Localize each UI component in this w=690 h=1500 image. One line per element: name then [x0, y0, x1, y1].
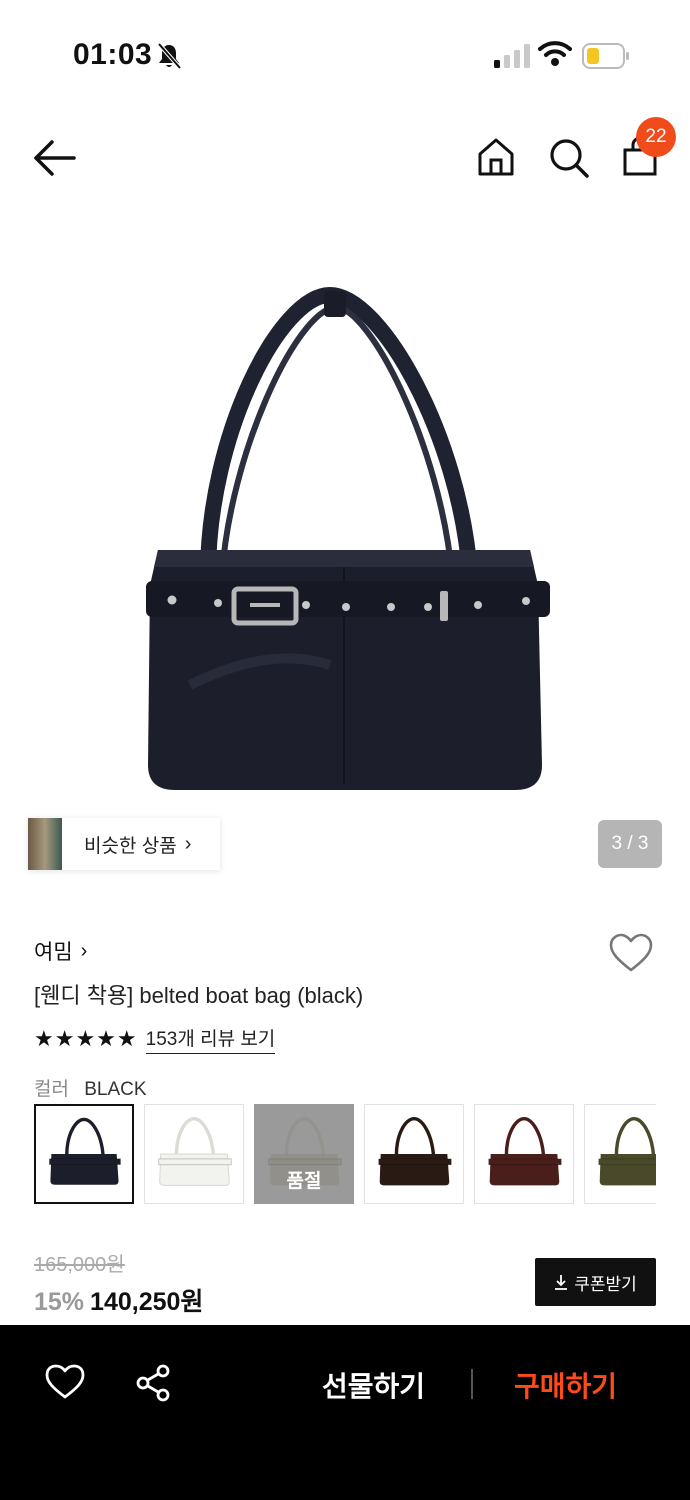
gift-button[interactable]: 선물하기	[322, 1365, 425, 1405]
status-time: 01:03	[73, 38, 153, 71]
color-swatch[interactable]	[144, 1104, 244, 1204]
rating-stars: ★★★★★	[34, 1026, 138, 1051]
brand-name: 여밈	[34, 941, 73, 964]
color-option-label: 컬러 BLACK	[34, 1074, 147, 1101]
color-swatch[interactable]	[34, 1104, 134, 1204]
sale-price: 140,250원	[90, 1288, 204, 1316]
rating-row: ★★★★★ 153개 리뷰 보기	[34, 1024, 276, 1054]
brand-link[interactable]: 여밈 ›	[34, 936, 87, 966]
color-key: 컬러	[34, 1079, 69, 1100]
soldout-label: 품절	[286, 1170, 322, 1192]
download-icon	[555, 1275, 568, 1290]
color-swatch[interactable]	[474, 1104, 574, 1204]
color-swatch[interactable]	[364, 1104, 464, 1204]
coupon-button[interactable]: 쿠폰받기	[535, 1258, 656, 1306]
review-link[interactable]: 153개 리뷰 보기	[145, 1024, 276, 1054]
coupon-label: 쿠폰받기	[574, 1274, 637, 1294]
color-swatch[interactable]: 품절	[254, 1104, 354, 1204]
home-icon[interactable]	[472, 134, 520, 182]
signal-icon	[494, 44, 530, 68]
original-price: 165,000원	[34, 1254, 125, 1276]
chevron-right-icon: ›	[80, 939, 88, 962]
color-value: BLACK	[84, 1079, 147, 1100]
similar-products-label: 비슷한 상품	[84, 835, 177, 857]
similar-products-button[interactable]: 비슷한 상품 ›	[28, 818, 220, 870]
heart-icon[interactable]	[44, 1363, 86, 1401]
price-row: 15% 140,250원	[34, 1282, 203, 1318]
battery-icon	[582, 43, 629, 69]
heart-icon[interactable]	[608, 932, 654, 974]
color-swatch-list: 품절	[34, 1104, 656, 1206]
product-image[interactable]	[130, 285, 560, 800]
search-icon[interactable]	[546, 134, 592, 182]
bag-thumbnail	[488, 1117, 562, 1186]
bag-thumbnail	[158, 1117, 232, 1186]
share-icon[interactable]	[134, 1363, 174, 1403]
bag-thumbnail	[49, 1117, 121, 1185]
chevron-right-icon: ›	[184, 832, 192, 855]
divider	[471, 1369, 473, 1399]
image-pager: 3 / 3	[598, 820, 662, 868]
bell-slash-icon	[157, 42, 182, 70]
bag-thumbnail	[378, 1117, 452, 1186]
wifi-icon	[538, 41, 572, 66]
status-bar: 01:03	[0, 0, 690, 110]
bag-thumbnail	[598, 1117, 656, 1186]
color-swatch[interactable]	[584, 1104, 656, 1204]
buy-button[interactable]: 구매하기	[514, 1365, 617, 1405]
product-title: [웬디 착용] belted boat bag (black)	[34, 983, 364, 1008]
bottom-action-bar: 선물하기 구매하기	[0, 1325, 690, 1500]
similar-products-thumbnail	[28, 818, 62, 870]
back-arrow-icon[interactable]	[30, 136, 80, 180]
discount-rate: 15%	[34, 1288, 85, 1316]
cart-count-badge: 22	[636, 117, 676, 157]
